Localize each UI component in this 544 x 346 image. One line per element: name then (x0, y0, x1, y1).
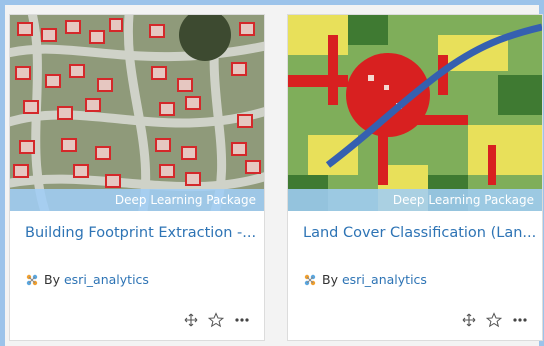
item-card[interactable]: Deep Learning Package Building Footprint… (9, 14, 265, 341)
by-label: By (44, 272, 60, 287)
package-icon (26, 274, 38, 285)
item-owner: By esri_analytics (25, 272, 149, 287)
aerial-houses-image (10, 15, 264, 211)
star-icon[interactable] (208, 312, 224, 328)
more-icon[interactable] (234, 317, 250, 323)
owner-link[interactable]: esri_analytics (64, 272, 149, 287)
move-icon[interactable] (184, 313, 198, 327)
owner-link[interactable]: esri_analytics (342, 272, 427, 287)
item-type-badge: Deep Learning Package (10, 189, 264, 211)
card-actions (184, 312, 250, 328)
more-icon[interactable] (512, 317, 528, 323)
land-cover-map-image (288, 15, 542, 211)
package-icon (304, 274, 316, 285)
item-owner: By esri_analytics (303, 272, 427, 287)
item-thumbnail[interactable]: Deep Learning Package (288, 15, 542, 211)
item-type-badge: Deep Learning Package (288, 189, 542, 211)
item-title-link[interactable]: Land Cover Classification (Lan... (303, 225, 535, 241)
move-icon[interactable] (462, 313, 476, 327)
gallery-panel: Deep Learning Package Building Footprint… (5, 5, 543, 346)
item-thumbnail[interactable]: Deep Learning Package (10, 15, 264, 211)
item-title-link[interactable]: Building Footprint Extraction -... (25, 225, 257, 241)
item-card[interactable]: Deep Learning Package Land Cover Classif… (287, 14, 543, 341)
star-icon[interactable] (486, 312, 502, 328)
by-label: By (322, 272, 338, 287)
card-actions (462, 312, 528, 328)
